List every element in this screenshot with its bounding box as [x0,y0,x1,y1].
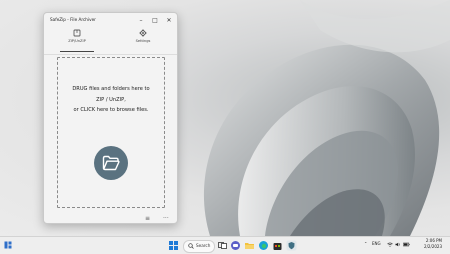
app-window: SafeZip - File Archiver – □ ✕ ZIP/UnZIP … [43,12,178,224]
window-title: SafeZip - File Archiver [50,17,96,22]
minimize-button[interactable]: – [134,15,148,26]
taskbar: Search ⌃ ENG 2:06 PM 2/2/2023 [0,236,450,254]
task-view-icon[interactable] [217,240,228,251]
taskbar-search[interactable]: Search [183,240,215,253]
system-clock[interactable]: 2:06 PM 2/2/2023 [418,238,442,250]
close-button[interactable]: ✕ [162,15,176,26]
search-icon [188,243,194,249]
search-label: Search [196,243,211,248]
browse-folder-button[interactable] [94,146,128,180]
maximize-button[interactable]: □ [148,15,162,26]
chat-icon[interactable] [230,240,241,251]
tab-label-settings: Settings [135,39,151,43]
clock-date: 2/2/2023 [424,244,442,249]
battery-icon[interactable] [403,242,410,247]
list-view-icon[interactable]: ≡ [145,216,150,222]
drop-zone-line-3: or CLICK here to browse files. [73,107,149,113]
tray-chevron-icon[interactable]: ⌃ [364,241,367,246]
gear-icon [139,29,147,37]
store-icon[interactable] [272,240,283,251]
file-explorer-icon[interactable] [244,240,255,251]
wallpaper-bloom [203,0,450,236]
drop-zone-line-1: DRUG files and folders here to [72,86,150,92]
tab-label-zip-unzip: ZIP/UnZIP [68,39,86,43]
drop-zone-line-2: ZIP / UnZIP, [96,96,126,103]
drop-zone-instructions: DRUG files and folders here to ZIP / UnZ… [58,84,164,116]
tabs-divider [44,54,177,55]
tray-lang[interactable]: ENG [372,241,381,246]
wifi-icon[interactable] [387,242,393,247]
more-options-icon[interactable]: ··· [163,216,169,222]
edge-browser-icon[interactable] [258,240,269,251]
title-bar[interactable]: SafeZip - File Archiver – □ ✕ [44,13,177,28]
selected-tab-indicator [60,51,94,53]
tab-settings[interactable]: Settings [118,28,168,53]
start-button[interactable] [168,240,179,251]
tab-zip-unzip[interactable]: ZIP/UnZIP [52,28,102,53]
file-drop-zone[interactable]: DRUG files and folders here to ZIP / UnZ… [57,57,165,208]
volume-icon[interactable] [395,242,401,247]
archive-icon [73,29,81,37]
safezip-app-icon[interactable] [286,240,297,251]
widgets-icon[interactable] [4,241,12,249]
open-folder-icon [102,155,120,171]
